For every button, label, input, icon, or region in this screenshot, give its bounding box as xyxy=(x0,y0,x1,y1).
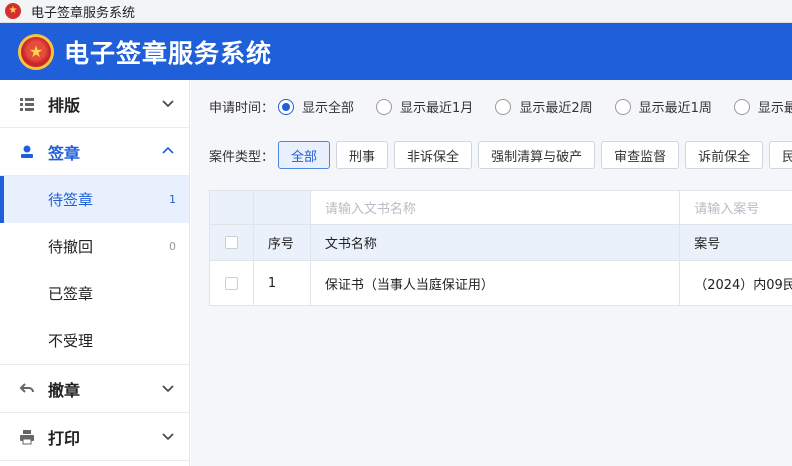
table-search-row: 请输入文书名称 请输入案号 xyxy=(210,191,792,225)
row-index: 1 xyxy=(254,261,311,305)
radio-dot[interactable] xyxy=(614,98,631,115)
chip-all[interactable]: 全部 xyxy=(278,141,331,169)
list-icon xyxy=(18,95,36,113)
radio-label: 显示最近1周 xyxy=(638,101,712,116)
window-title: 电子签章服务系统 xyxy=(31,5,136,21)
placeholder-text: 请输入文书名称 xyxy=(324,202,416,217)
user-stamp-icon xyxy=(18,143,36,161)
placeholder-text: 请输入案号 xyxy=(694,202,760,217)
chip-pre-litigation-preservation[interactable]: 诉前保全 xyxy=(685,141,764,169)
sidebar-item-label: 已签章 xyxy=(48,285,94,303)
radio-dot[interactable] xyxy=(278,98,295,115)
radio-last-2-weeks[interactable]: 显示最近2周 xyxy=(495,97,593,116)
chevron-down-icon xyxy=(162,100,174,108)
radio-last-1-week[interactable]: 显示最近1周 xyxy=(614,97,712,116)
case-type-filter: 案件类型： 全部 刑事 非诉保全 强制清算与破产 审查监督 诉前保全 民 xyxy=(209,141,792,169)
sidebar-item-rejected[interactable]: 不受理 xyxy=(0,317,189,364)
radio-dot[interactable] xyxy=(376,98,393,115)
sidebar: 排版 签章 待签章 1 待撤回 0 已签章 不受理 撤章 打印 xyxy=(0,80,190,466)
printer-icon xyxy=(18,428,36,446)
app-header: ★ 电子签章服务系统 xyxy=(0,23,792,80)
chip-review-supervision[interactable]: 审查监督 xyxy=(601,141,680,169)
sidebar-item-label: 待签章 xyxy=(48,191,94,209)
chevron-down-icon xyxy=(162,385,174,393)
select-all-checkbox[interactable] xyxy=(224,236,238,249)
radio-label: 显示全部 xyxy=(302,101,355,116)
radio-dot[interactable] xyxy=(733,98,750,115)
main-content: 申请时间： 显示全部 显示最近1月 显示最近2周 显示最近1周 显示最近 案件类… xyxy=(191,80,792,466)
row-checkbox-cell[interactable] xyxy=(210,261,254,305)
sidebar-group-withdraw[interactable]: 撤章 xyxy=(0,365,189,413)
sidebar-item-signed[interactable]: 已签章 xyxy=(0,270,189,317)
sidebar-group-label: 打印 xyxy=(48,428,81,448)
sidebar-item-pending-withdraw[interactable]: 待撤回 0 xyxy=(0,223,189,270)
radio-dot[interactable] xyxy=(495,98,512,115)
chevron-up-icon xyxy=(162,146,174,154)
court-emblem-icon: ★ xyxy=(18,33,54,70)
table-cell xyxy=(253,191,311,224)
app-emblem-icon: ★ xyxy=(5,3,21,19)
radio-show-all[interactable]: 显示全部 xyxy=(278,97,354,116)
sidebar-group-sign[interactable]: 签章 xyxy=(0,128,189,176)
app-title: 电子签章服务系统 xyxy=(64,38,273,68)
sidebar-group-label: 签章 xyxy=(48,143,81,163)
sidebar-item-count: 1 xyxy=(169,193,176,206)
chip-liquidation-bankruptcy[interactable]: 强制清算与破产 xyxy=(478,141,596,169)
sidebar-item-pending-sign[interactable]: 待签章 1 xyxy=(0,176,189,223)
time-filter: 申请时间： 显示全部 显示最近1月 显示最近2周 显示最近1周 显示最近 xyxy=(209,97,792,116)
column-header-doc-name: 文书名称 xyxy=(311,225,681,260)
column-header-case-no: 案号 xyxy=(694,237,721,252)
documents-table: 请输入文书名称 请输入案号 序号 文书名称 案号 1 保证书（当事人当庭保证用）… xyxy=(209,190,792,306)
sidebar-group-print[interactable]: 打印 xyxy=(0,413,189,461)
row-doc-name[interactable]: 保证书（当事人当庭保证用） xyxy=(311,261,681,305)
table-header-row: 序号 文书名称 案号 xyxy=(210,225,792,261)
radio-last-1-month[interactable]: 显示最近1月 xyxy=(376,97,473,116)
radio-label: 显示最近 xyxy=(757,101,792,116)
doc-name-search-input[interactable]: 请输入文书名称 xyxy=(311,191,681,224)
sidebar-group-layout[interactable]: 排版 xyxy=(0,80,189,128)
radio-last-more[interactable]: 显示最近 xyxy=(733,97,792,116)
undo-icon xyxy=(18,380,36,398)
chip-non-litigation-preservation[interactable]: 非诉保全 xyxy=(394,141,473,169)
case-type-label: 案件类型： xyxy=(209,149,275,165)
table-cell xyxy=(210,191,254,224)
radio-label: 显示最近2周 xyxy=(519,101,593,116)
sidebar-item-label: 待撤回 xyxy=(48,238,94,256)
chevron-down-icon xyxy=(162,433,174,441)
time-filter-label: 申请时间： xyxy=(209,101,275,116)
row-case-no: （2024）内09民 xyxy=(694,277,792,293)
sidebar-group-label: 排版 xyxy=(48,95,81,115)
sidebar-item-count: 0 xyxy=(169,240,176,253)
table-row[interactable]: 1 保证书（当事人当庭保证用） （2024）内09民 xyxy=(210,261,792,306)
sidebar-item-label: 不受理 xyxy=(48,332,94,350)
chip-civil[interactable]: 民 xyxy=(769,141,792,169)
chip-criminal[interactable]: 刑事 xyxy=(336,141,389,169)
radio-label: 显示最近1月 xyxy=(400,101,474,116)
case-no-search-input[interactable]: 请输入案号 xyxy=(680,191,792,224)
window-titlebar: ★ 电子签章服务系统 xyxy=(0,0,792,23)
sidebar-group-label: 撤章 xyxy=(48,380,81,400)
row-checkbox[interactable] xyxy=(224,276,238,290)
column-header-index: 序号 xyxy=(254,225,311,260)
select-all-checkbox-cell[interactable] xyxy=(210,225,254,260)
